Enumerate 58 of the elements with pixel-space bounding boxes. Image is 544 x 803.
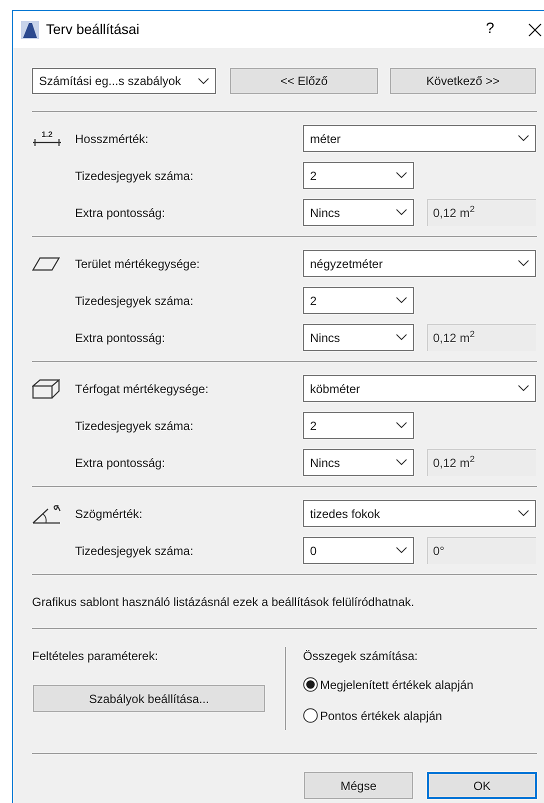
unit-dropdown[interactable]: tizedes fokok [303, 500, 536, 527]
help-button[interactable]: ? [470, 18, 510, 41]
window-title: Terv beállításai [46, 20, 140, 39]
section-label: Feltételes paraméterek: [32, 648, 160, 665]
preview-field: 0,12 m$^{2}$ [427, 199, 536, 226]
option-dropdown[interactable]: Nincs [303, 449, 414, 476]
preview-field: 0° [427, 537, 536, 564]
chevron-down-icon [518, 135, 529, 142]
dimension-value: 1.2 [41, 131, 53, 139]
field-label: Extra pontosság: [75, 454, 166, 472]
field-label: Tizedesjegyek száma: [75, 542, 194, 560]
previous-button[interactable]: << Előző [230, 68, 378, 94]
unit-dropdown[interactable]: méter [303, 125, 536, 152]
chevron-down-icon [396, 172, 407, 179]
field-label: Extra pontosság: [75, 204, 166, 222]
chevron-down-icon [396, 334, 407, 341]
field-label: Tizedesjegyek száma: [75, 292, 194, 310]
field-label: Szögmérték: [75, 506, 144, 522]
radio-button[interactable] [303, 708, 318, 723]
chevron-down-icon [518, 385, 529, 392]
chevron-down-icon [518, 260, 529, 267]
option-dropdown[interactable]: Nincs [303, 324, 414, 351]
field-label: Térfogat mértékegysége: [75, 380, 210, 398]
field-label: Tizedesjegyek száma: [75, 168, 194, 184]
chevron-down-icon [396, 209, 407, 216]
field-label: Terület mértékegysége: [75, 256, 201, 272]
option-dropdown[interactable]: 2 [303, 412, 414, 439]
note-text: Grafikus sablont használó listázásnál ezek a beállítások felülíródhatnak. [32, 594, 416, 610]
unit-dropdown[interactable]: négyzetméter [303, 250, 536, 277]
cancel-button[interactable]: Mégse [304, 772, 413, 799]
option-dropdown[interactable]: 0 [303, 537, 414, 564]
chevron-down-icon [198, 78, 209, 84]
field-label: Tizedesjegyek száma: [75, 418, 194, 434]
radio-label[interactable]: Pontos értékek alapján [320, 706, 442, 724]
chevron-down-icon [396, 547, 407, 554]
radio-button[interactable] [303, 677, 318, 692]
section-label: Összegek számítása: [303, 648, 419, 665]
parallelogram-icon [32, 256, 60, 270]
rules-settings-button[interactable]: Szabályok beállítása... [33, 685, 265, 712]
category-dropdown[interactable]: Számítási eg...s szabályok [32, 68, 216, 94]
preview-field: 0,12 m$^{2}$ [427, 449, 536, 476]
dimension-line-icon [32, 139, 62, 146]
field-label: Hosszmérték: [75, 130, 150, 148]
chevron-down-icon [396, 422, 407, 429]
option-dropdown[interactable]: 2 [303, 287, 414, 314]
unit-dropdown[interactable]: köbméter [303, 375, 536, 402]
ok-button[interactable]: OK [427, 772, 537, 799]
chevron-down-icon [396, 297, 407, 304]
preview-field: 0,12 m$^{2}$ [427, 324, 536, 351]
radio-label[interactable]: Megjelenített értékek alapján [320, 676, 474, 694]
app-logo-icon [21, 20, 39, 38]
field-label: Extra pontosság: [75, 330, 166, 346]
option-dropdown[interactable]: Nincs [303, 199, 414, 226]
next-button[interactable]: Következő >> [390, 68, 536, 94]
chevron-down-icon [396, 459, 407, 466]
box-icon [32, 378, 60, 400]
option-dropdown[interactable]: 2 [303, 162, 414, 189]
chevron-down-icon [518, 510, 529, 517]
